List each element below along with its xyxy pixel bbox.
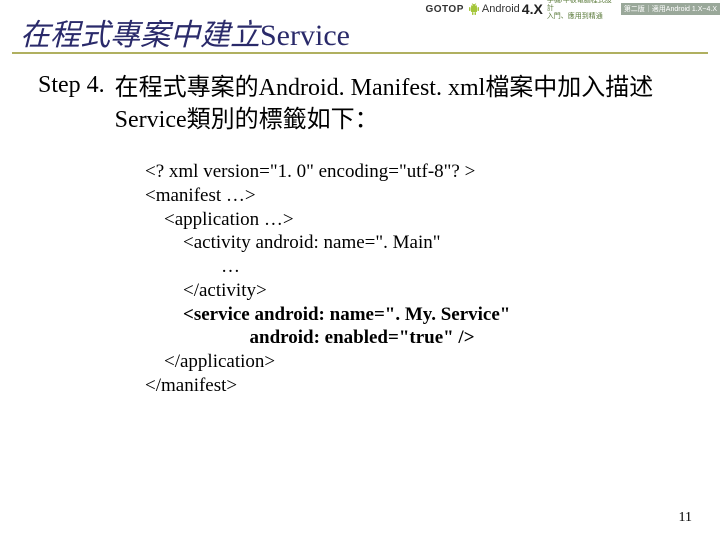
title-underline (12, 52, 708, 54)
title-zh: 在程式專案中建立 (20, 19, 260, 52)
code-l2: <manifest …> (145, 185, 256, 206)
code-l1: <? xml version="1. 0" encoding="utf-8"? … (145, 161, 475, 182)
part-badge: 第二版｜適用Android 1.X~4.X (621, 3, 720, 15)
android-logo: Android 4.X (468, 1, 543, 17)
step-block: Step 4. 在程式專案的Android. Manifest. xml檔案中加… (38, 72, 690, 137)
step-description: 在程式專案的Android. Manifest. xml檔案中加入描述 Servi… (115, 72, 690, 137)
code-l6: </activity> (145, 280, 267, 301)
code-l5: … (145, 256, 240, 277)
step-desc-latin1: Android. Manifest. xml (259, 75, 486, 101)
book-line1: 手機/平板電腦程式設計 (547, 0, 617, 13)
book-subtitle: 手機/平板電腦程式設計 入門、應用到精通 (547, 0, 617, 21)
page-title: 在程式專案中建立Service (20, 10, 350, 54)
code-l7-bold: <service android: name=". My. Service" (183, 304, 510, 325)
step-desc-latin2: Service (115, 107, 187, 133)
page-number: 11 (679, 510, 692, 526)
code-l7-indent (145, 304, 183, 325)
android-text: Android (482, 3, 520, 15)
code-l8-indent (145, 327, 250, 348)
book-line2: 入門、應用到精通 (547, 13, 617, 21)
step-desc-zh1: 在程式專案的 (115, 75, 259, 101)
step-desc-zh3: 類別的標籤如下： (187, 107, 379, 133)
android-robot-icon (468, 2, 480, 16)
version-text: 4.X (522, 1, 543, 17)
title-latin: Service (260, 19, 350, 52)
code-l8-bold: android: enabled="true" /> (250, 327, 475, 348)
code-l9: </application> (145, 351, 275, 372)
code-l10: </manifest> (145, 375, 237, 396)
code-block: <? xml version="1. 0" encoding="utf-8"? … (145, 160, 510, 398)
step-desc-zh2: 檔案中加入描述 (485, 75, 653, 101)
code-l3: <application …> (145, 209, 294, 230)
header-branding: GOTOP Android 4.X 手機/平板電腦程式設計 入門、應用到精通 第… (425, 0, 720, 18)
step-label: Step 4. (38, 72, 115, 99)
code-l4: <activity android: name=". Main" (145, 232, 441, 253)
gotop-logo: GOTOP (425, 4, 463, 15)
